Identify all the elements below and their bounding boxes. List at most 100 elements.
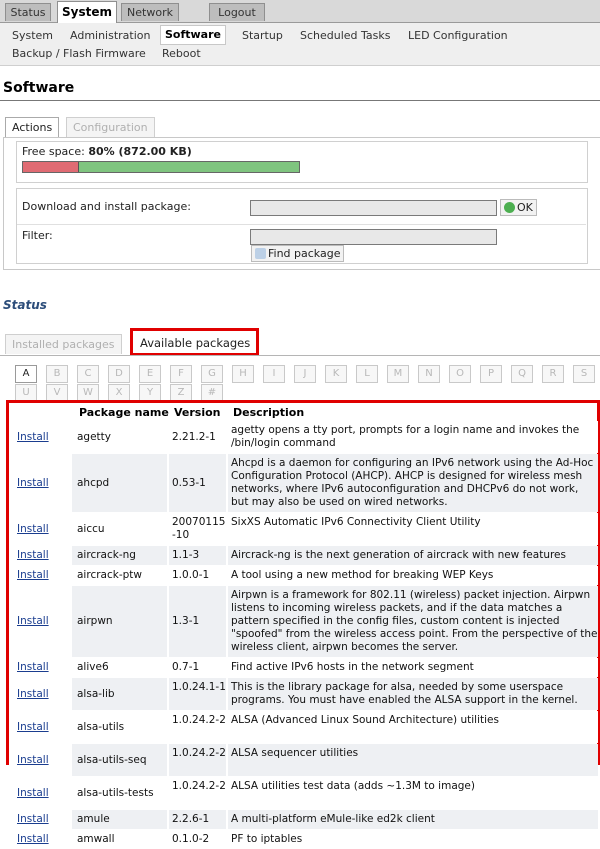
letter-s[interactable]: S	[573, 365, 595, 383]
letter-m[interactable]: M	[387, 365, 409, 383]
letter-k[interactable]: K	[325, 365, 347, 383]
package-description: Airpwn is a framework for 802.11 (wirele…	[231, 589, 600, 654]
install-url-input[interactable]	[250, 200, 497, 216]
top-tab-network[interactable]: Network	[121, 3, 179, 21]
install-label: Download and install package:	[22, 200, 191, 213]
letter-d[interactable]: D	[108, 365, 130, 383]
package-description: Ahcpd is a daemon for configuring an IPv…	[231, 457, 600, 509]
description-line: A multi-platform eMule-like ed2k client	[231, 813, 435, 825]
install-link[interactable]: Install	[17, 688, 49, 701]
letter-o[interactable]: O	[449, 365, 471, 383]
top-menu-bar: Status System Network Logout	[0, 0, 600, 23]
package-name: airpwn	[77, 615, 113, 627]
letter-q[interactable]: Q	[511, 365, 533, 383]
table-row: Install alsa-utils-seq 1.0.24.2-2 ALSA sequ…	[12, 744, 598, 776]
top-tab-status[interactable]: Status	[5, 3, 51, 21]
install-link[interactable]: Install	[17, 615, 49, 628]
submenu-administration[interactable]: Administration	[66, 27, 155, 45]
install-link[interactable]: Install	[17, 813, 49, 826]
letter-i[interactable]: I	[263, 365, 285, 383]
top-tab-system[interactable]: System	[57, 1, 117, 23]
install-link[interactable]: Install	[17, 754, 49, 767]
letter-f[interactable]: F	[170, 365, 192, 383]
description-line: ALSA (Advanced Linux Sound Architecture)…	[231, 714, 499, 726]
letter-j[interactable]: J	[294, 365, 316, 383]
install-link[interactable]: Install	[17, 833, 49, 846]
package-version: 20070115-10	[172, 516, 226, 541]
install-link[interactable]: Install	[17, 477, 49, 490]
package-version: 1.0.0-1	[172, 569, 210, 581]
filter-input[interactable]	[250, 229, 497, 245]
submenu-startup[interactable]: Startup	[238, 27, 287, 45]
description-line: Configuration Protocol (AHCP). AHCP is d…	[231, 470, 583, 482]
ok-button[interactable]: OK	[500, 199, 537, 216]
package-description: ALSA sequencer utilities	[231, 747, 600, 760]
tab-actions[interactable]: Actions	[5, 117, 60, 137]
package-name: aircrack-ptw	[77, 569, 142, 581]
letter-l[interactable]: L	[356, 365, 378, 383]
package-description: agetty opens a tty port, prompts for a l…	[231, 424, 600, 450]
table-row: Install alive6 0.7-1 Find active IPv6 hosts…	[12, 658, 598, 677]
table-row: Install agetty 2.21.2-1 agetty opens a tty …	[12, 421, 598, 453]
install-link[interactable]: Install	[17, 721, 49, 734]
table-row: Install amwall 0.1.0-2 PF to iptables	[12, 830, 598, 849]
letter-b[interactable]: B	[46, 365, 68, 383]
letter-g[interactable]: G	[201, 365, 223, 383]
package-name: alive6	[77, 661, 109, 673]
header-description: Description	[233, 406, 305, 419]
description-line: but may also be used on wired networks.	[231, 496, 448, 508]
letter-r[interactable]: R	[542, 365, 564, 383]
install-link[interactable]: Install	[17, 431, 49, 444]
letter-n[interactable]: N	[418, 365, 440, 383]
table-row: Install alsa-utils 1.0.24.2-2 ALSA (Advance…	[12, 711, 598, 743]
find-package-button[interactable]: Find package	[251, 245, 345, 262]
description-line: ALSA sequencer utilities	[231, 747, 359, 759]
package-name: alsa-lib	[77, 688, 115, 700]
free-space-label: Free space: 80% (872.00 KB)	[22, 145, 192, 158]
letter-a[interactable]: A	[15, 365, 37, 383]
package-description: This is the library package for alsa, ne…	[231, 681, 600, 707]
package-name: amule	[77, 813, 110, 825]
install-link[interactable]: Install	[17, 523, 49, 536]
tab-configuration[interactable]: Configuration	[66, 117, 155, 137]
top-tab-logout[interactable]: Logout	[209, 3, 265, 21]
letter-c[interactable]: C	[77, 365, 99, 383]
table-row: Install aircrack-ng 1.1-3 Aircrack-ng is th…	[12, 546, 598, 565]
install-link[interactable]: Install	[17, 661, 49, 674]
package-version: 1.0.24.2-2	[172, 747, 226, 759]
package-name: ahcpd	[77, 477, 110, 489]
available-tab-highlight	[130, 328, 259, 356]
submenu-system[interactable]: System	[8, 27, 57, 45]
submenu-led-configuration[interactable]: LED Configuration	[404, 27, 512, 45]
package-version: 1.0.24.2-2	[172, 714, 226, 726]
install-link[interactable]: Install	[17, 569, 49, 582]
package-name: alsa-utils-seq	[77, 754, 147, 766]
submenu-reboot[interactable]: Reboot	[158, 45, 205, 63]
install-link[interactable]: Install	[17, 549, 49, 562]
submenu-software[interactable]: Software	[160, 25, 226, 45]
description-line: SixXS Automatic IPv6 Connectivity Client…	[231, 516, 481, 528]
description-line: networks, where IPv6 autoconfiguration a…	[231, 483, 579, 495]
submenu-backup-flash-firmware[interactable]: Backup / Flash Firmware	[8, 45, 150, 63]
letter-e[interactable]: E	[139, 365, 161, 383]
package-description: ALSA (Advanced Linux Sound Architecture)…	[231, 714, 600, 727]
free-space-bar	[22, 161, 300, 173]
package-description: Find active IPv6 hosts in the network se…	[231, 661, 600, 674]
description-line: wireless client, airpwn becomes the serv…	[231, 641, 459, 653]
package-description: SixXS Automatic IPv6 Connectivity Client…	[231, 516, 600, 529]
description-line: This is the library package for alsa, ne…	[231, 681, 564, 693]
table-row: Install aircrack-ptw 1.0.0-1 A tool using a…	[12, 566, 598, 585]
package-name: amwall	[77, 833, 115, 845]
package-version: 1.1-3	[172, 549, 200, 561]
description-line: PF to iptables	[231, 833, 303, 845]
package-name: aircrack-ng	[77, 549, 136, 561]
submenu-scheduled-tasks[interactable]: Scheduled Tasks	[296, 27, 395, 45]
tab-installed-packages[interactable]: Installed packages	[5, 334, 122, 354]
install-link[interactable]: Install	[17, 787, 49, 800]
package-name: agetty	[77, 431, 112, 443]
table-row: Install airpwn 1.3-1 Airpwn is a framework …	[12, 586, 598, 657]
description-line: "spoofed" from the wireless access point…	[231, 628, 598, 640]
letter-h[interactable]: H	[232, 365, 254, 383]
package-version: 0.53-1	[172, 477, 206, 489]
letter-p[interactable]: P	[480, 365, 502, 383]
